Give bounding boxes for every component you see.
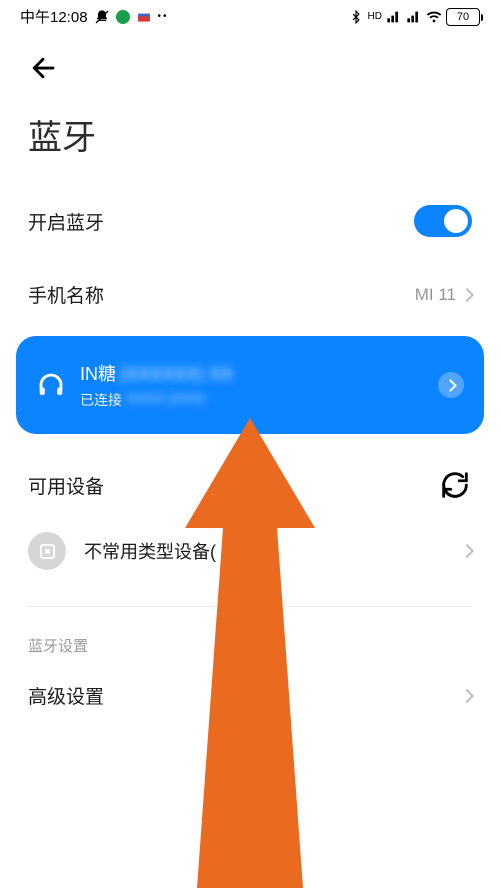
device-name-obscured: (XXXXXX) XX xyxy=(120,364,233,384)
bluetooth-status-icon xyxy=(348,9,364,25)
hd-indicator: HD xyxy=(368,11,382,22)
uncommon-devices-label: 不常用类型设备( xyxy=(84,538,216,564)
divider xyxy=(28,606,472,607)
chevron-right-icon xyxy=(460,287,474,301)
bt-settings-section-label: 蓝牙设置 xyxy=(0,627,500,664)
available-devices-label: 可用设备 xyxy=(28,472,104,499)
battery-percent: 70 xyxy=(457,11,469,23)
bluetooth-switch-row[interactable]: 开启蓝牙 xyxy=(0,183,500,259)
headphones-icon xyxy=(36,370,66,400)
chevron-right-icon xyxy=(460,544,474,558)
dnd-icon xyxy=(94,9,110,25)
wifi-icon xyxy=(426,9,442,25)
connected-device-card[interactable]: IN糖(XXXXXX) XX 已连接 XXXX (XXX) xyxy=(16,336,484,434)
phone-name-value: MI 11 xyxy=(415,285,456,305)
header xyxy=(0,31,500,96)
uncommon-device-icon xyxy=(28,532,66,570)
back-button[interactable] xyxy=(28,53,58,88)
app-icon xyxy=(136,9,152,25)
device-text: IN糖(XXXXXX) XX 已连接 XXXX (XXX) xyxy=(80,360,424,410)
status-left: 中午12:08 •• xyxy=(20,6,169,27)
uncommon-devices-row[interactable]: 不常用类型设备( xyxy=(0,516,500,586)
bluetooth-switch-label: 开启蓝牙 xyxy=(28,208,104,235)
phone-name-row[interactable]: 手机名称 MI 11 xyxy=(0,259,500,330)
refresh-button[interactable] xyxy=(438,468,472,502)
status-right: HD 70 xyxy=(348,8,480,26)
phone-name-label: 手机名称 xyxy=(28,281,104,308)
device-status: 已连接 xyxy=(80,390,122,410)
advanced-settings-label: 高级设置 xyxy=(28,682,104,709)
back-arrow-icon xyxy=(28,53,58,83)
page-title: 蓝牙 xyxy=(0,96,500,183)
device-details-button[interactable] xyxy=(438,372,464,398)
more-indicator-icon: •• xyxy=(158,11,169,22)
refresh-icon xyxy=(438,468,472,502)
shield-green-icon xyxy=(116,10,130,24)
advanced-settings-row[interactable]: 高级设置 xyxy=(0,664,500,731)
bluetooth-toggle[interactable] xyxy=(414,205,472,237)
signal-2-icon xyxy=(406,9,422,25)
status-bar: 中午12:08 •• HD 70 xyxy=(0,0,500,31)
available-devices-header: 可用设备 xyxy=(0,440,500,516)
device-status-obscured: XXXX (XXX) xyxy=(126,390,205,410)
device-name: IN糖 xyxy=(80,364,116,384)
battery-indicator: 70 xyxy=(446,8,480,26)
status-time: 中午12:08 xyxy=(20,6,88,27)
chevron-right-icon xyxy=(460,688,474,702)
signal-1-icon xyxy=(386,9,402,25)
